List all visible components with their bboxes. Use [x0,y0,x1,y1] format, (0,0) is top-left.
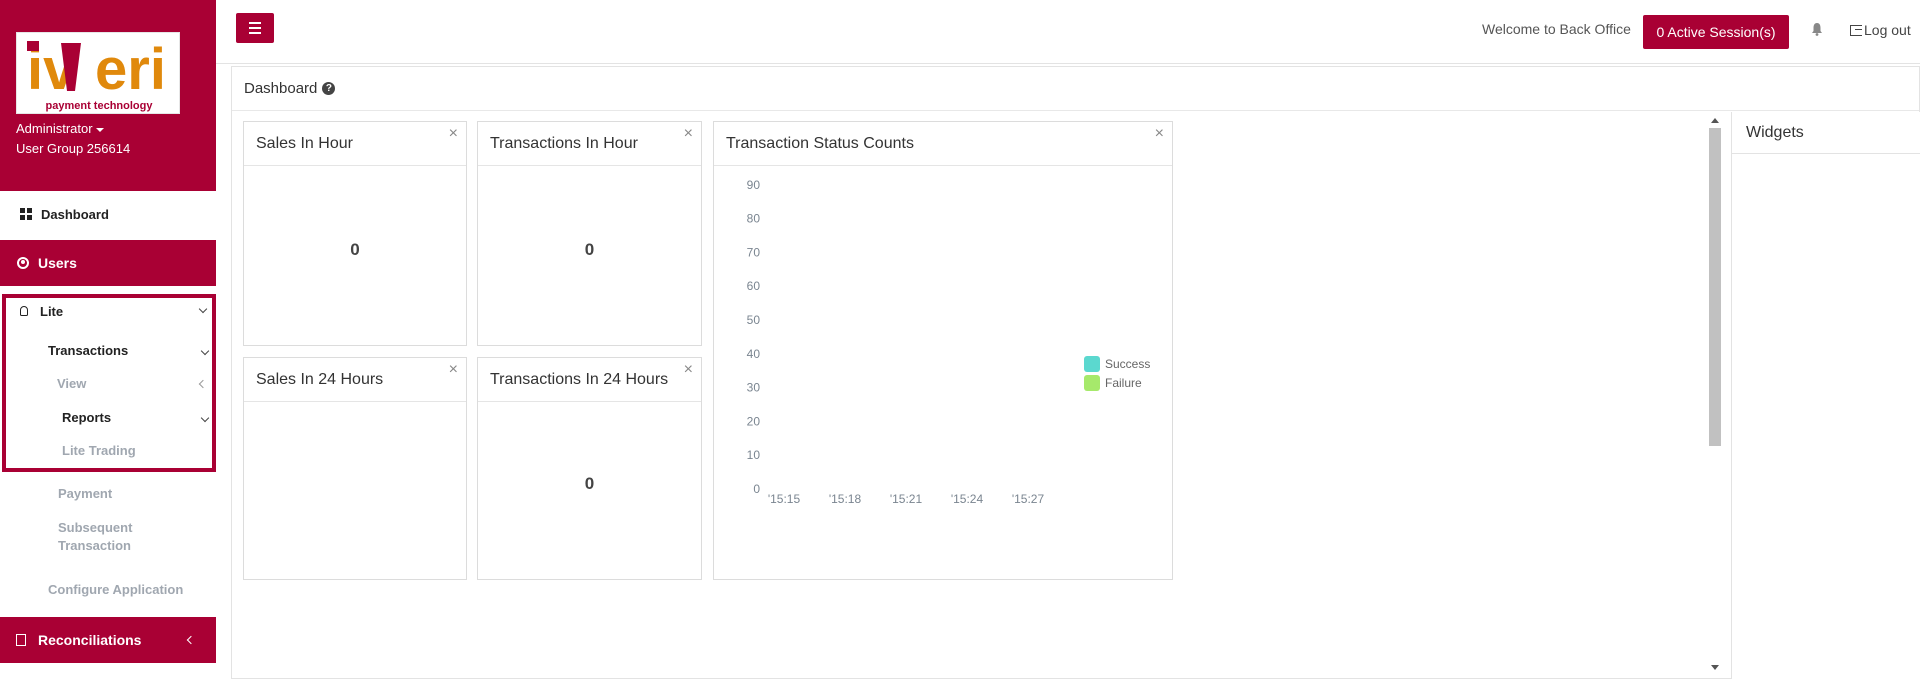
welcome-text: Welcome to Back Office [1482,21,1631,37]
legend-swatch-success [1084,356,1100,372]
status-chart: 0102030405060708090100'15:15'15:18'15:21… [747,178,1045,506]
close-icon[interactable]: × [449,126,458,142]
question-circle-icon[interactable]: ? [322,82,336,95]
hamburger-icon [249,22,261,24]
widget-value: 0 [350,240,360,259]
widgets-panel-title: Widgets [1732,112,1920,154]
y-tick-label: 30 [747,381,761,395]
logo-tagline: payment technology [46,100,154,112]
y-tick-label: 70 [747,245,761,259]
chevron-down-icon [200,346,210,356]
sidebar-item-label: View [57,376,87,391]
y-tick-label: 40 [747,347,761,361]
dashboard-icon [20,208,32,220]
close-icon[interactable]: × [1155,126,1164,142]
sidebar-item-reports[interactable]: Reports [62,409,210,427]
sidebar-item-label: Reports [62,410,112,425]
legend-swatch-failure [1084,375,1100,391]
legend-label: Failure [1105,376,1142,390]
sidebar-item-label: Transactions [48,343,129,358]
widget-sales-in-hour: Sales In Hour × 0 [243,121,467,346]
logout-link[interactable]: Log out [1850,22,1911,38]
widget-title: Transactions In 24 Hours [478,358,701,402]
chevron-left-icon [198,379,208,389]
sidebar-item-payment[interactable]: Payment [58,485,112,503]
sidebar-item-lite-trading[interactable]: Lite Trading [62,442,136,460]
sidebar-item-label: Dashboard [41,206,109,222]
y-tick-label: 0 [753,482,760,496]
scroll-down-arrow-icon[interactable] [1711,665,1719,670]
sidebar-item-lite[interactable]: Lite [16,300,208,322]
widget-title: Sales In 24 Hours [244,358,466,402]
x-tick-label: '15:27 [1012,492,1045,506]
chevron-left-icon [186,635,196,645]
close-icon[interactable]: × [684,126,693,142]
top-bar: Welcome to Back Office 0 Active Session(… [216,0,1920,64]
y-tick-label: 50 [747,313,761,327]
close-icon[interactable]: × [449,362,458,378]
sidebar-item-users[interactable]: Users [0,240,216,286]
sidebar-item-view[interactable]: View [57,375,208,393]
x-tick-label: '15:18 [829,492,862,506]
close-icon[interactable]: × [684,362,693,378]
widget-sales-in-24-hours: Sales In 24 Hours × [243,357,467,580]
y-tick-label: 10 [747,448,761,462]
sidebar-item-label: Users [38,255,77,271]
lightbulb-icon [20,306,28,316]
scrollbar-thumb[interactable] [1709,128,1721,446]
sign-out-icon [1850,24,1862,36]
x-tick-label: '15:15 [768,492,801,506]
widget-transactions-in-24-hours: Transactions In 24 Hours × 0 [477,357,702,580]
user-circle-icon [17,257,29,269]
widget-transaction-status-counts: Transaction Status Counts × 0 10 20 30 40 50 6… [713,121,1173,580]
user-group-label: User Group 256614 [16,141,131,156]
user-role-dropdown[interactable]: Administrator [16,120,104,138]
chevron-down-icon [198,304,208,314]
sidebar-item-configure-application[interactable]: Configure Application [48,581,183,599]
logout-label: Log out [1864,22,1911,38]
widget-title: Sales In Hour [244,122,466,166]
sidebar-item-dashboard[interactable]: Dashboard [0,202,216,226]
widget-value: 0 [584,474,595,493]
sidebar-item-reconciliations[interactable]: Reconciliations [0,617,216,663]
y-tick-label: 60 [747,279,761,293]
brand-panel: iv eri payment technology Administrator … [0,0,216,191]
x-tick-label: '15:21 [890,492,923,506]
widgets-panel: Widgets [1731,112,1920,679]
sidebar-item-label: Reconciliations [38,632,142,648]
legend-item-success[interactable]: Success [1084,356,1150,372]
chevron-down-icon [200,413,210,423]
sidebar-item-transactions[interactable]: Transactions [48,342,210,360]
y-tick-label: 20 [747,414,761,428]
iveri-logo[interactable]: iv eri payment technology [16,32,180,114]
y-tick-label: 80 [747,212,761,226]
user-role-label: Administrator [16,121,93,136]
main-header: Dashboard ? [232,67,1919,111]
widget-transactions-in-hour: Transactions In Hour × 0 [477,121,702,346]
widget-title: Transaction Status Counts [714,122,1172,166]
scroll-up-arrow-icon[interactable] [1711,118,1719,123]
svg-text:eri: eri [95,37,166,102]
legend-item-failure[interactable]: Failure [1084,375,1142,391]
sidebar-item-label: Lite [40,303,64,319]
y-tick-label: 90 [747,178,761,192]
bell-icon[interactable] [1811,22,1823,36]
menu-toggle-button[interactable] [236,13,274,43]
widget-value: 0 [584,240,595,259]
active-sessions-button[interactable]: 0 Active Session(s) [1643,15,1789,49]
sidebar: iv eri payment technology Administrator … [0,0,216,679]
sidebar-item-subsequent-transaction[interactable]: Subsequent Transaction [58,519,168,555]
widget-title: Transactions In Hour [478,122,701,166]
legend-label: Success [1105,357,1151,371]
page-title: Dashboard [244,80,318,97]
calculator-icon [16,634,26,646]
x-tick-label: '15:24 [951,492,984,506]
caret-down-icon [95,127,104,132]
